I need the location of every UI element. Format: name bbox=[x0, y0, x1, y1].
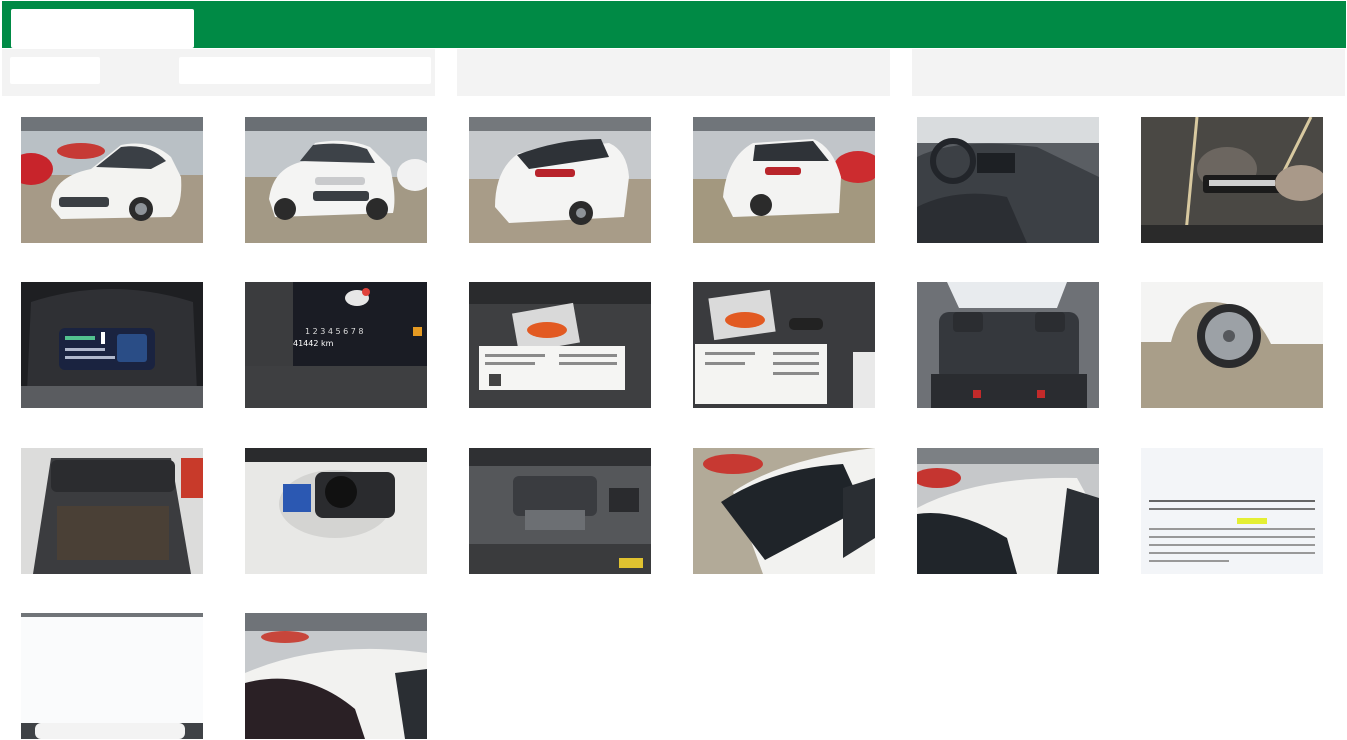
photo-car-rear-left[interactable] bbox=[469, 117, 651, 243]
photo-spare-wheel-well[interactable] bbox=[245, 448, 427, 574]
logo[interactable] bbox=[11, 9, 194, 48]
photo-car-front-left[interactable] bbox=[21, 117, 203, 243]
filter-field-short[interactable] bbox=[10, 57, 100, 84]
photo-windshield[interactable] bbox=[693, 448, 875, 574]
photo-trunk[interactable] bbox=[21, 448, 203, 574]
photo-roof[interactable] bbox=[917, 448, 1099, 574]
photo-car-front[interactable] bbox=[245, 117, 427, 243]
filter-panel-3 bbox=[912, 49, 1345, 96]
photo-inspection-document[interactable] bbox=[1141, 448, 1323, 574]
photo-rear-seats[interactable] bbox=[917, 282, 1099, 408]
photo-key-reflection[interactable] bbox=[1141, 117, 1323, 243]
photo-instrument-cluster[interactable] bbox=[21, 282, 203, 408]
photo-wheel[interactable] bbox=[1141, 282, 1323, 408]
photo-service-booklet-key[interactable] bbox=[693, 282, 875, 408]
filter-panel-1 bbox=[2, 49, 435, 96]
photo-car-rear[interactable] bbox=[693, 117, 875, 243]
photo-odometer[interactable]: 1 2 3 4 5 6 7 8 41442 km bbox=[245, 282, 427, 408]
filter-panel-2 bbox=[457, 49, 890, 96]
photo-engine-bay[interactable] bbox=[469, 448, 651, 574]
header-bar bbox=[2, 1, 1346, 48]
photo-roof-rear[interactable] bbox=[245, 613, 427, 739]
gear-indicator: 1 2 3 4 5 6 7 8 bbox=[305, 327, 364, 336]
odometer-readout: 41442 km bbox=[293, 339, 334, 348]
photo-interior-dashboard[interactable] bbox=[917, 117, 1099, 243]
filter-field-long[interactable] bbox=[179, 57, 431, 84]
photo-service-booklet[interactable] bbox=[469, 282, 651, 408]
photo-overexposed[interactable] bbox=[21, 613, 203, 739]
